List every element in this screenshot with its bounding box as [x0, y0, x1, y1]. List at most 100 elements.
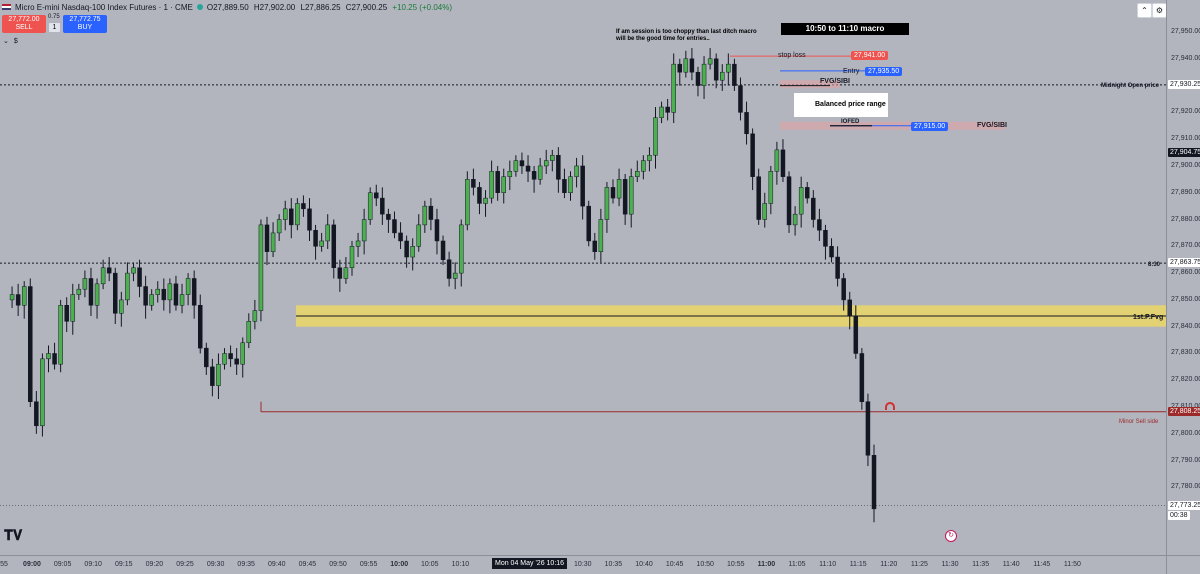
bear-candle [732, 63, 737, 86]
bear-candle [804, 187, 810, 199]
time-tick: 09:50 [329, 561, 347, 568]
bull-candle [343, 267, 349, 279]
change-value: +10.25 (+0.04%) [392, 2, 452, 12]
bull-candle [167, 283, 173, 301]
bull-candle [641, 160, 646, 172]
price-axis[interactable]: 27,950.0027,940.0027,930.0027,920.0027,9… [1166, 0, 1200, 555]
time-tick: 09:25 [176, 561, 194, 568]
bear-candle [386, 213, 391, 220]
session-note[interactable]: If am session is too choppy than last di… [616, 29, 757, 43]
collapse-icon[interactable]: ⌃ [1137, 3, 1152, 18]
bear-candle [556, 154, 561, 180]
level-830-price-label: 27,863.75 [1168, 258, 1200, 268]
bear-candle [313, 229, 318, 247]
bull-candle [671, 63, 676, 113]
bull-candle [507, 171, 513, 177]
bear-candle [695, 71, 701, 86]
buy-label: BUY [77, 24, 93, 31]
settings-icon[interactable]: ⚙ [1152, 3, 1166, 18]
time-tick: 11:05 [788, 561, 806, 568]
bear-candle [161, 288, 167, 301]
bull-candle [465, 179, 470, 226]
bear-candle [562, 179, 567, 193]
chevron-down-icon[interactable]: ⌄ [3, 38, 9, 45]
price-tick: 27,940.00 [1171, 54, 1200, 62]
balanced-range-box[interactable]: Balanced price range [794, 93, 888, 117]
bull-candle [628, 176, 634, 215]
bear-candle [374, 192, 379, 199]
bull-candle [179, 294, 185, 306]
sell-button[interactable]: 27,772.00 SELL [2, 15, 46, 33]
bull-candle [149, 294, 154, 306]
time-axis[interactable]: 55 09:00 09:05 09:10 09:15 09:20 09:25 09:30 09:… [0, 555, 1166, 574]
bull-candle [635, 171, 640, 177]
bear-candle [592, 240, 598, 252]
macro-title-box[interactable]: 10:50 to 11:10 macro [781, 23, 909, 35]
bull-candle [683, 58, 689, 73]
bear-candle [113, 272, 118, 314]
bear-candle [580, 165, 585, 207]
bear-candle [811, 197, 816, 220]
bear-candle [829, 246, 834, 258]
buy-button[interactable]: 27,772.75 BUY [63, 15, 107, 33]
symbol-title[interactable]: Micro E-mini Nasdaq-100 Index Futures · … [15, 3, 193, 12]
bull-candle [82, 278, 88, 290]
stop-loss-price-chip[interactable]: 27,941.00 [851, 51, 889, 60]
time-tick: 10:30 [574, 561, 592, 568]
time-tick: 11:20 [880, 561, 898, 568]
iofed-label: IOFED [841, 119, 860, 125]
bull-candle [355, 240, 361, 247]
replay-icon[interactable]: ↻ [945, 530, 957, 542]
fvg-sibi-top-label: FVG/SIBI [820, 78, 850, 85]
time-cursor-label: Mon 04 May '26 10:16 [492, 558, 568, 569]
minor-sell-side-price-label: 27,808.25 [1168, 406, 1200, 416]
bear-candle [859, 353, 865, 402]
time-tick: 10:00 [390, 561, 409, 568]
bull-candle [119, 299, 124, 314]
bear-candle [64, 305, 69, 322]
symbol-header: Micro E-mini Nasdaq-100 Index Futures · … [0, 0, 455, 14]
bear-candle [756, 176, 761, 220]
last-price-label: 27,773.25 [1168, 500, 1200, 510]
fvg-sibi-right-label: FVG/SIBI [977, 122, 1007, 129]
bear-candle [398, 232, 403, 242]
bull-candle [258, 224, 264, 311]
bull-candle [46, 353, 51, 360]
bull-candle [720, 71, 725, 81]
bear-candle [823, 229, 828, 247]
time-tick: 10:45 [665, 561, 684, 568]
bear-candle [289, 208, 294, 226]
price-tick: 27,890.00 [1171, 188, 1200, 196]
alert-magnet-icon[interactable] [885, 402, 895, 410]
order-price-chip[interactable]: 27,915.00 [911, 122, 949, 131]
bear-candle [586, 205, 591, 242]
time-tick: 11:45 [1033, 561, 1051, 568]
entry-price-chip[interactable]: 27,935.50 [865, 67, 903, 76]
bull-candle [21, 286, 27, 306]
quantity-field[interactable]: 1 [49, 23, 60, 32]
bull-candle [513, 160, 519, 172]
bar-countdown-label: 00:38 [1168, 510, 1190, 520]
bear-candle [495, 171, 500, 193]
bear-candle [689, 58, 695, 73]
bull-candle [774, 149, 780, 172]
bear-candle [610, 187, 616, 199]
time-tick: 11:00 [757, 561, 776, 568]
stop-loss-label: stop loss [778, 52, 806, 59]
bear-candle [404, 240, 409, 258]
bear-candle [786, 176, 792, 226]
bull-candle [125, 272, 130, 301]
price-tick: 27,830.00 [1171, 349, 1200, 357]
bull-candle [58, 305, 63, 365]
time-830-label: 8:30 [1148, 262, 1161, 268]
chart-pane[interactable]: Micro E-mini Nasdaq-100 Index Futures · … [0, 0, 1166, 555]
time-tick: 09:30 [206, 561, 225, 568]
bear-candle [471, 179, 476, 188]
bear-candle [15, 294, 21, 306]
bull-candle [653, 117, 658, 156]
bear-candle [143, 286, 148, 306]
bull-candle [222, 353, 227, 365]
time-tick: 10:50 [696, 561, 714, 568]
bull-candle [276, 219, 282, 234]
time-tick: 09:00 [23, 561, 41, 568]
